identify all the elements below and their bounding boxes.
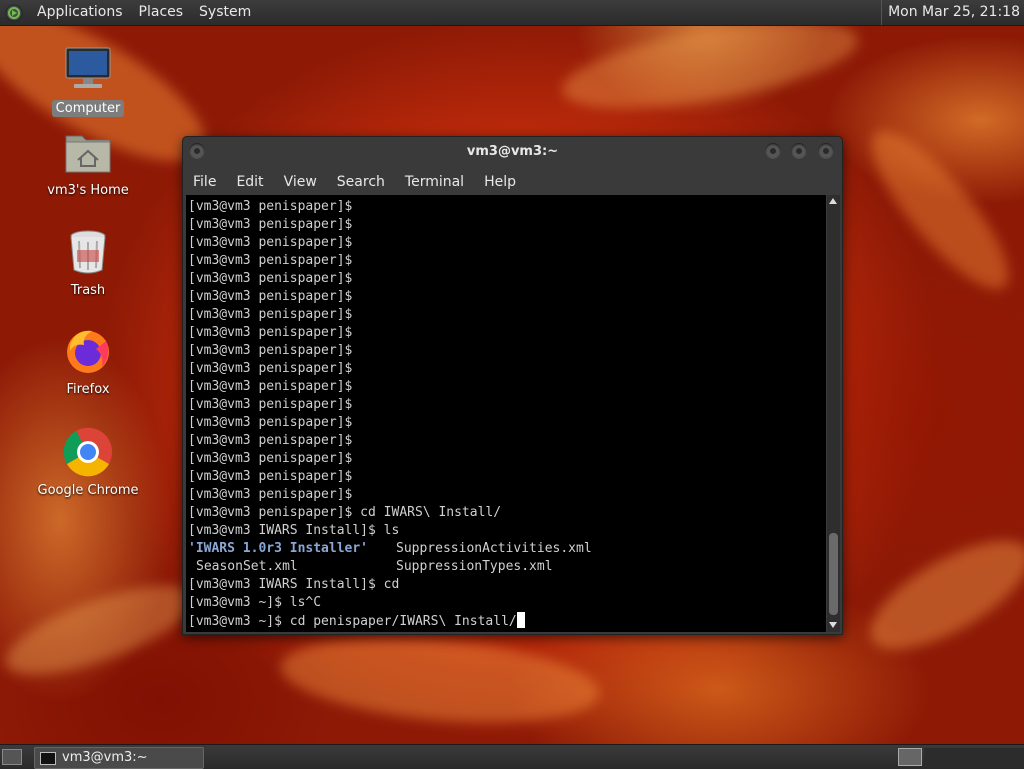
- terminal-input-line[interactable]: [vm3@vm3 ~]$ cd penispaper/IWARS\ Instal…: [188, 612, 826, 631]
- bottom-panel: vm3@vm3:~: [0, 744, 1024, 769]
- ls-output-row: 'IWARS 1.0r3 Installer' SuppressionActivi…: [188, 540, 826, 558]
- terminal-line: [vm3@vm3 penispaper]$: [188, 361, 353, 376]
- menu-view[interactable]: View: [274, 170, 327, 194]
- top-panel: Applications Places System Mon Mar 25, 2…: [0, 0, 1024, 26]
- terminal-line: [vm3@vm3 penispaper]$: [188, 469, 353, 484]
- ls-output-row: SeasonSet.xml SuppressionTypes.xml: [188, 558, 826, 576]
- computer-icon: [62, 44, 114, 96]
- window-title: vm3@vm3:~: [466, 144, 559, 159]
- terminal-scrollbar[interactable]: [827, 195, 840, 632]
- desktop-icon-label: Trash: [70, 283, 106, 298]
- ls-file-entry: SeasonSet.xml: [196, 559, 298, 574]
- trash-icon: [62, 226, 114, 278]
- terminal-line: [vm3@vm3 penispaper]$: [188, 271, 353, 286]
- menu-places[interactable]: Places: [131, 0, 192, 25]
- desktop-icon-label: Computer: [51, 100, 125, 117]
- menu-help[interactable]: Help: [474, 170, 526, 194]
- desktop-icon-firefox[interactable]: Firefox: [28, 325, 148, 398]
- firefox-icon: [62, 325, 114, 377]
- desktop-icon-label: Google Chrome: [37, 483, 139, 498]
- menu-applications[interactable]: Applications: [29, 0, 131, 25]
- terminal-icon: [40, 752, 56, 765]
- ls-file-entry: SuppressionTypes.xml: [396, 559, 553, 574]
- terminal-output[interactable]: [vm3@vm3 penispaper]$ [vm3@vm3 penispaper…: [186, 195, 826, 632]
- terminal-line: [vm3@vm3 ~]$ ls^C: [188, 595, 322, 610]
- clock[interactable]: Mon Mar 25, 21:18: [881, 0, 1020, 25]
- maximize-button[interactable]: [791, 143, 807, 159]
- desktop-icon-trash[interactable]: Trash: [28, 226, 148, 299]
- desktop-icon-chrome[interactable]: Google Chrome: [28, 426, 148, 499]
- terminal-menubar: File Edit View Search Terminal Help: [183, 170, 842, 194]
- menu-file[interactable]: File: [183, 170, 226, 194]
- desktop-icon-label: vm3's Home: [47, 183, 129, 198]
- terminal-line: [vm3@vm3 IWARS Install]$ cd: [188, 577, 400, 592]
- taskbar-item-terminal[interactable]: vm3@vm3:~: [34, 747, 204, 769]
- show-desktop-icon[interactable]: [2, 749, 22, 765]
- terminal-line: [vm3@vm3 penispaper]$: [188, 343, 353, 358]
- terminal-line: [vm3@vm3 penispaper]$: [188, 451, 353, 466]
- menu-edit[interactable]: Edit: [226, 170, 273, 194]
- desktop-icon-computer[interactable]: Computer: [28, 44, 148, 117]
- terminal-line: [vm3@vm3 penispaper]$: [188, 289, 353, 304]
- terminal-line: [vm3@vm3 penispaper]$: [188, 379, 353, 394]
- menu-system[interactable]: System: [191, 0, 259, 25]
- ls-file-entry: SuppressionActivities.xml: [396, 541, 592, 556]
- window-titlebar[interactable]: vm3@vm3:~: [183, 137, 842, 167]
- menu-terminal[interactable]: Terminal: [395, 170, 474, 194]
- terminal-current-command: [vm3@vm3 ~]$ cd penispaper/IWARS\ Instal…: [188, 614, 517, 629]
- terminal-window[interactable]: vm3@vm3:~ File Edit View Search Terminal…: [182, 136, 843, 635]
- close-button[interactable]: [818, 143, 834, 159]
- terminal-line: [vm3@vm3 penispaper]$: [188, 325, 353, 340]
- desktop-icon-home[interactable]: vm3's Home: [28, 126, 148, 199]
- terminal-line: [vm3@vm3 penispaper]$: [188, 397, 353, 412]
- home-folder-icon: [62, 126, 114, 178]
- scroll-up-arrow-icon[interactable]: [829, 198, 837, 204]
- distro-logo-icon[interactable]: [5, 4, 23, 22]
- chrome-icon: [62, 426, 114, 478]
- workspace-switcher[interactable]: [898, 748, 922, 766]
- terminal-line: [vm3@vm3 penispaper]$: [188, 217, 353, 232]
- terminal-line: [vm3@vm3 penispaper]$: [188, 235, 353, 250]
- terminal-line: [vm3@vm3 penispaper]$: [188, 487, 353, 502]
- terminal-line: [vm3@vm3 penispaper]$: [188, 199, 353, 214]
- taskbar-item-label: vm3@vm3:~: [62, 750, 148, 765]
- terminal-line: [vm3@vm3 penispaper]$ cd IWARS\ Install/: [188, 505, 502, 520]
- menu-search[interactable]: Search: [327, 170, 395, 194]
- terminal-line: [vm3@vm3 penispaper]$: [188, 253, 353, 268]
- terminal-line: [vm3@vm3 penispaper]$: [188, 415, 353, 430]
- scroll-down-arrow-icon[interactable]: [829, 622, 837, 628]
- terminal-line: [vm3@vm3 IWARS Install]$ ls: [188, 523, 400, 538]
- terminal-cursor: [516, 612, 525, 628]
- terminal-line: [vm3@vm3 penispaper]$: [188, 307, 353, 322]
- workspace-switcher-area[interactable]: [924, 748, 1024, 766]
- ls-dir-entry: 'IWARS 1.0r3 Installer': [188, 541, 369, 556]
- desktop-icon-label: Firefox: [66, 382, 110, 397]
- scrollbar-thumb[interactable]: [829, 533, 838, 615]
- minimize-button[interactable]: [765, 143, 781, 159]
- terminal-line: [vm3@vm3 penispaper]$: [188, 433, 353, 448]
